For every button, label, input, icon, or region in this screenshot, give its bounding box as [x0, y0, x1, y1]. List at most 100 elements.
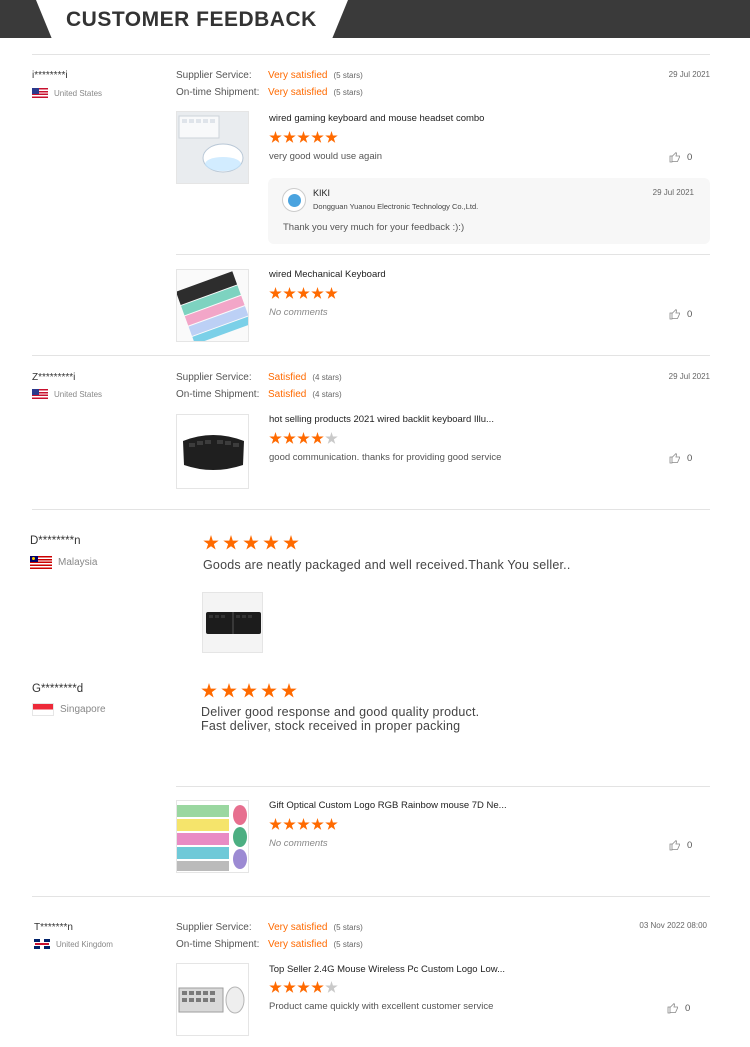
supplier-service-value: Very satisfied: [268, 922, 328, 933]
star-icon: [241, 683, 257, 698]
review-comment: No comments: [269, 307, 328, 318]
feedback-banner: CUSTOMER FEEDBACK: [0, 0, 750, 38]
product-name[interactable]: wired Mechanical Keyboard: [269, 269, 386, 280]
review-comment-line2: Fast deliver, stock received in proper p…: [201, 719, 461, 733]
star-icon: [311, 981, 324, 993]
country-label: United Kingdom: [56, 939, 113, 949]
thumbs-up-icon: [669, 308, 680, 320]
thumbs-up-icon: [669, 151, 680, 163]
like-button[interactable]: 0: [669, 308, 692, 320]
review-comment: No comments: [269, 838, 328, 849]
review-comment: Product came quickly with excellent cust…: [269, 1001, 494, 1012]
like-button[interactable]: 0: [669, 839, 692, 851]
star-icon: [283, 818, 296, 830]
product-thumbnail[interactable]: [176, 111, 249, 184]
reviewer-name: G********d: [32, 683, 84, 695]
star-icon: [221, 683, 237, 698]
product-name[interactable]: wired gaming keyboard and mouse headset …: [269, 113, 484, 124]
reviewer-name: D********n: [30, 535, 81, 547]
star-icon: [311, 432, 324, 444]
star-icon: [269, 287, 282, 299]
like-button[interactable]: 0: [669, 452, 692, 464]
divider: [32, 509, 710, 510]
like-count: 0: [687, 308, 693, 320]
review-comment-line1: Deliver good response and good quality p…: [201, 705, 480, 719]
product-name[interactable]: hot selling products 2021 wired backlit …: [269, 414, 494, 425]
product-name[interactable]: Gift Optical Custom Logo RGB Rainbow mou…: [269, 800, 507, 811]
supplier-service-row: Supplier Service: Very satisfied (5 star…: [176, 922, 363, 933]
star-icon: [263, 535, 279, 550]
supplier-service-stars: (5 stars): [333, 923, 363, 932]
supplier-service-stars: (4 stars): [312, 373, 342, 382]
star-icon: [269, 131, 282, 143]
product-rating: [269, 818, 338, 831]
product-thumbnail[interactable]: [176, 414, 249, 489]
seller-logo-icon: [282, 188, 306, 212]
product-rating: [269, 287, 338, 300]
star-icon: [297, 432, 310, 444]
divider: [32, 355, 710, 356]
star-icon: [201, 683, 217, 698]
reply-date: 29 Jul 2021: [652, 188, 694, 197]
like-button[interactable]: 0: [669, 151, 692, 163]
star-icon: [311, 287, 324, 299]
uk-flag-icon: [34, 939, 50, 949]
like-count: 0: [685, 1002, 691, 1014]
reviewer-name: T*******n: [34, 922, 73, 933]
review-rating: [203, 535, 299, 551]
reviewer-name: i********i: [32, 70, 68, 81]
star-icon: [283, 131, 296, 143]
star-icon: [281, 683, 297, 698]
ontime-shipment-label: On-time Shipment:: [176, 389, 260, 400]
divider: [32, 54, 710, 55]
malaysia-flag-icon: [30, 556, 52, 569]
country-label: Malaysia: [58, 557, 98, 568]
divider: [176, 254, 710, 255]
reviewer-country: Singapore: [32, 703, 106, 716]
review-photo[interactable]: [202, 592, 263, 653]
star-icon: [311, 818, 324, 830]
star-empty-icon: [325, 981, 338, 993]
product-thumbnail[interactable]: [176, 269, 249, 342]
review-date: 03 Nov 2022 08:00: [639, 921, 707, 930]
product-name[interactable]: Top Seller 2.4G Mouse Wireless Pc Custom…: [269, 964, 505, 975]
country-label: Singapore: [60, 704, 106, 715]
ontime-shipment-value: Satisfied: [268, 389, 307, 400]
us-flag-icon: [32, 88, 48, 98]
thumbs-up-icon: [669, 452, 680, 464]
star-icon: [283, 981, 296, 993]
review-rating: [201, 683, 297, 699]
product-thumbnail[interactable]: [176, 963, 249, 1036]
star-icon: [203, 535, 219, 550]
country-label: United States: [54, 88, 103, 98]
like-count: 0: [687, 839, 693, 851]
product-thumbnail[interactable]: [176, 800, 249, 873]
reply-text: Thank you very much for your feedback :)…: [283, 222, 465, 233]
star-icon: [311, 131, 324, 143]
like-button[interactable]: 0: [667, 1002, 690, 1014]
thumbs-up-icon: [667, 1002, 678, 1014]
review-date: 29 Jul 2021: [668, 372, 710, 381]
ontime-shipment-label: On-time Shipment:: [176, 87, 260, 98]
star-icon: [269, 818, 282, 830]
star-empty-icon: [325, 432, 338, 444]
thumbs-up-icon: [669, 839, 680, 851]
divider: [176, 786, 710, 787]
like-count: 0: [687, 452, 693, 464]
ontime-shipment-value: Very satisfied: [268, 939, 328, 950]
star-icon: [325, 131, 338, 143]
ontime-shipment-stars: (4 stars): [312, 390, 342, 399]
review-comment: Goods are neatly packaged and well recei…: [203, 558, 571, 572]
supplier-service-value: Satisfied: [268, 372, 307, 383]
ontime-shipment-stars: (5 stars): [333, 88, 363, 97]
supplier-service-stars: (5 stars): [333, 71, 363, 80]
us-flag-icon: [32, 389, 48, 399]
reviewer-name: Z*********i: [32, 372, 76, 383]
star-icon: [297, 287, 310, 299]
ontime-shipment-stars: (5 stars): [333, 940, 363, 949]
star-icon: [283, 287, 296, 299]
country-label: United States: [54, 389, 103, 399]
supplier-service-label: Supplier Service:: [176, 70, 252, 81]
singapore-flag-icon: [32, 703, 54, 716]
star-icon: [283, 535, 299, 550]
